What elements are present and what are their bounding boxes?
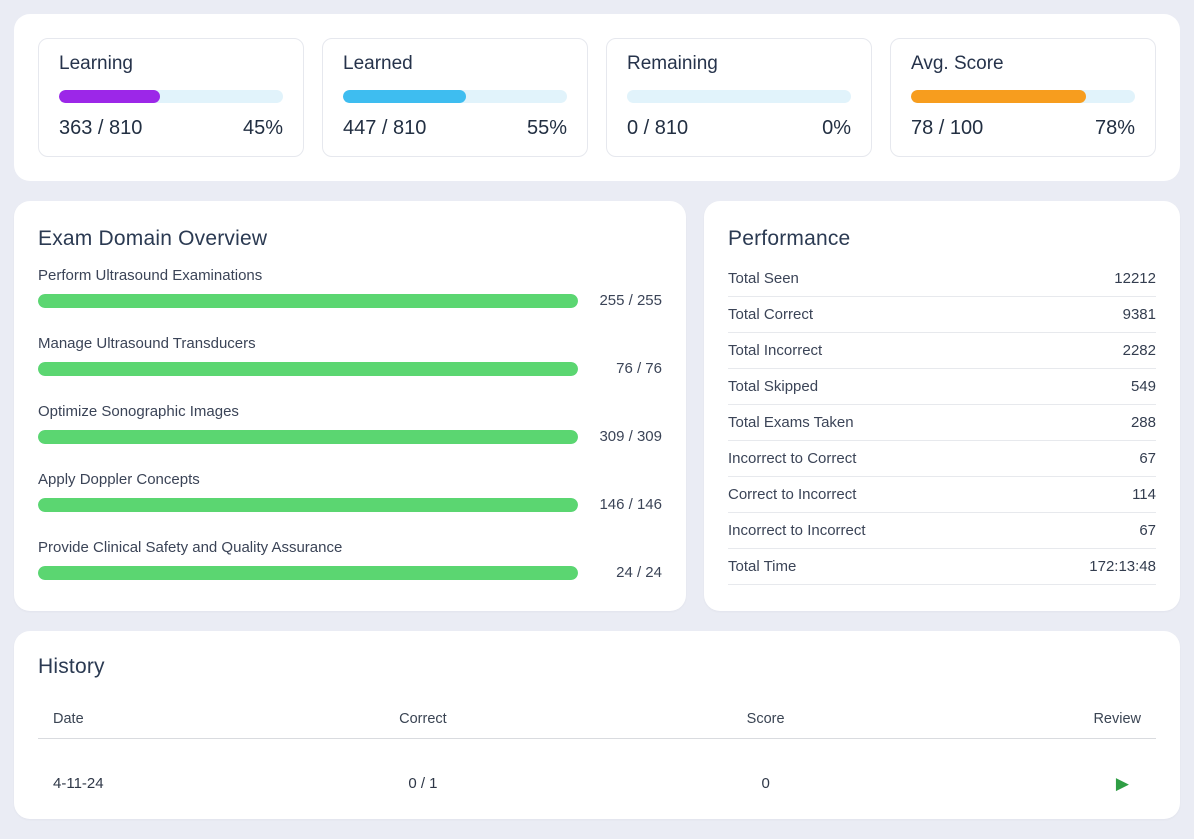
performance-row: Total Correct 9381 xyxy=(728,297,1156,333)
middle-section: Exam Domain Overview Perform Ultrasound … xyxy=(14,201,1180,611)
domain-progress-track xyxy=(38,294,578,308)
history-header-correct: Correct xyxy=(314,711,532,727)
performance-row: Total Skipped 549 xyxy=(728,369,1156,405)
performance-row: Total Time 172:13:48 xyxy=(728,549,1156,585)
stat-fraction: 363 / 810 xyxy=(59,117,142,140)
performance-row: Correct to Incorrect 114 xyxy=(728,477,1156,513)
domain-label: Optimize Sonographic Images xyxy=(38,403,662,420)
history-header-score: Score xyxy=(532,711,1000,727)
performance-row: Total Seen 12212 xyxy=(728,261,1156,297)
progress-fill-learned xyxy=(343,90,466,103)
domain-value: 255 / 255 xyxy=(590,292,662,309)
progress-fill-learning xyxy=(59,90,160,103)
history-row: 4-11-24 0 / 1 0 ▶ xyxy=(38,739,1156,819)
performance-label: Total Seen xyxy=(728,270,799,287)
stat-card-avg-score: Avg. Score 78 / 100 78% xyxy=(890,38,1156,157)
performance-label: Total Skipped xyxy=(728,378,818,395)
domain-item: Provide Clinical Safety and Quality Assu… xyxy=(38,539,662,581)
stat-card-learning: Learning 363 / 810 45% xyxy=(38,38,304,157)
performance-value: 9381 xyxy=(1123,306,1156,323)
performance-value: 549 xyxy=(1131,378,1156,395)
domain-progress-track xyxy=(38,430,578,444)
stat-card-remaining: Remaining 0 / 810 0% xyxy=(606,38,872,157)
performance-label: Incorrect to Incorrect xyxy=(728,522,866,539)
progress-track xyxy=(343,90,567,103)
domain-label: Provide Clinical Safety and Quality Assu… xyxy=(38,539,662,556)
stat-title: Avg. Score xyxy=(911,53,1135,75)
stat-title: Remaining xyxy=(627,53,851,75)
performance-card: Performance Total Seen 12212 Total Corre… xyxy=(704,201,1180,611)
performance-label: Total Time xyxy=(728,558,796,575)
performance-row: Incorrect to Correct 67 xyxy=(728,441,1156,477)
exam-domain-overview-card: Exam Domain Overview Perform Ultrasound … xyxy=(14,201,686,611)
progress-fill-avg-score xyxy=(911,90,1086,103)
domain-progress-track xyxy=(38,362,578,376)
performance-label: Total Incorrect xyxy=(728,342,822,359)
domain-item: Apply Doppler Concepts 146 / 146 xyxy=(38,471,662,513)
stats-panel: Learning 363 / 810 45% Learned 447 / 810… xyxy=(14,14,1180,181)
performance-value: 67 xyxy=(1139,522,1156,539)
domain-progress-fill xyxy=(38,362,578,376)
domain-label: Apply Doppler Concepts xyxy=(38,471,662,488)
progress-track xyxy=(59,90,283,103)
history-card: History Date Correct Score Review 4-11-2… xyxy=(14,631,1180,819)
domain-progress-fill xyxy=(38,294,578,308)
performance-value: 12212 xyxy=(1114,270,1156,287)
domain-label: Perform Ultrasound Examinations xyxy=(38,267,662,284)
stat-percent: 0% xyxy=(822,117,851,140)
performance-value: 288 xyxy=(1131,414,1156,431)
domain-label: Manage Ultrasound Transducers xyxy=(38,335,662,352)
domain-progress-fill xyxy=(38,566,578,580)
progress-track xyxy=(627,90,851,103)
history-date: 4-11-24 xyxy=(53,775,314,792)
domain-progress-track xyxy=(38,498,578,512)
stat-percent: 55% xyxy=(527,117,567,140)
domain-item: Perform Ultrasound Examinations 255 / 25… xyxy=(38,267,662,309)
domain-item: Manage Ultrasound Transducers 76 / 76 xyxy=(38,335,662,377)
progress-track xyxy=(911,90,1135,103)
history-correct: 0 / 1 xyxy=(314,775,532,792)
stat-fraction: 447 / 810 xyxy=(343,117,426,140)
domain-value: 309 / 309 xyxy=(590,428,662,445)
domain-item: Optimize Sonographic Images 309 / 309 xyxy=(38,403,662,445)
performance-title: Performance xyxy=(728,227,1156,251)
performance-value: 67 xyxy=(1139,450,1156,467)
history-header-date: Date xyxy=(53,711,314,727)
domain-value: 76 / 76 xyxy=(590,360,662,377)
history-header-review: Review xyxy=(1000,711,1141,727)
domain-progress-fill xyxy=(38,430,578,444)
history-title: History xyxy=(38,655,1156,679)
exam-domain-overview-title: Exam Domain Overview xyxy=(38,227,662,251)
stat-fraction: 0 / 810 xyxy=(627,117,688,140)
play-icon: ▶ xyxy=(1116,774,1129,793)
history-header-row: Date Correct Score Review xyxy=(38,699,1156,739)
performance-value: 172:13:48 xyxy=(1089,558,1156,575)
performance-label: Total Correct xyxy=(728,306,813,323)
domain-progress-fill xyxy=(38,498,578,512)
history-score: 0 xyxy=(532,775,1000,792)
stat-card-learned: Learned 447 / 810 55% xyxy=(322,38,588,157)
domain-value: 146 / 146 xyxy=(590,496,662,513)
performance-row: Incorrect to Incorrect 67 xyxy=(728,513,1156,549)
performance-value: 2282 xyxy=(1123,342,1156,359)
performance-value: 114 xyxy=(1132,486,1156,503)
performance-label: Correct to Incorrect xyxy=(728,486,856,503)
domain-progress-track xyxy=(38,566,578,580)
stat-title: Learned xyxy=(343,53,567,75)
performance-row: Total Exams Taken 288 xyxy=(728,405,1156,441)
stat-percent: 78% xyxy=(1095,117,1135,140)
review-play-button[interactable]: ▶ xyxy=(1114,773,1141,794)
performance-row: Total Incorrect 2282 xyxy=(728,333,1156,369)
dashboard-page: Learning 363 / 810 45% Learned 447 / 810… xyxy=(0,0,1194,833)
domain-value: 24 / 24 xyxy=(590,564,662,581)
performance-label: Incorrect to Correct xyxy=(728,450,856,467)
performance-label: Total Exams Taken xyxy=(728,414,854,431)
stat-title: Learning xyxy=(59,53,283,75)
stat-percent: 45% xyxy=(243,117,283,140)
stat-fraction: 78 / 100 xyxy=(911,117,983,140)
